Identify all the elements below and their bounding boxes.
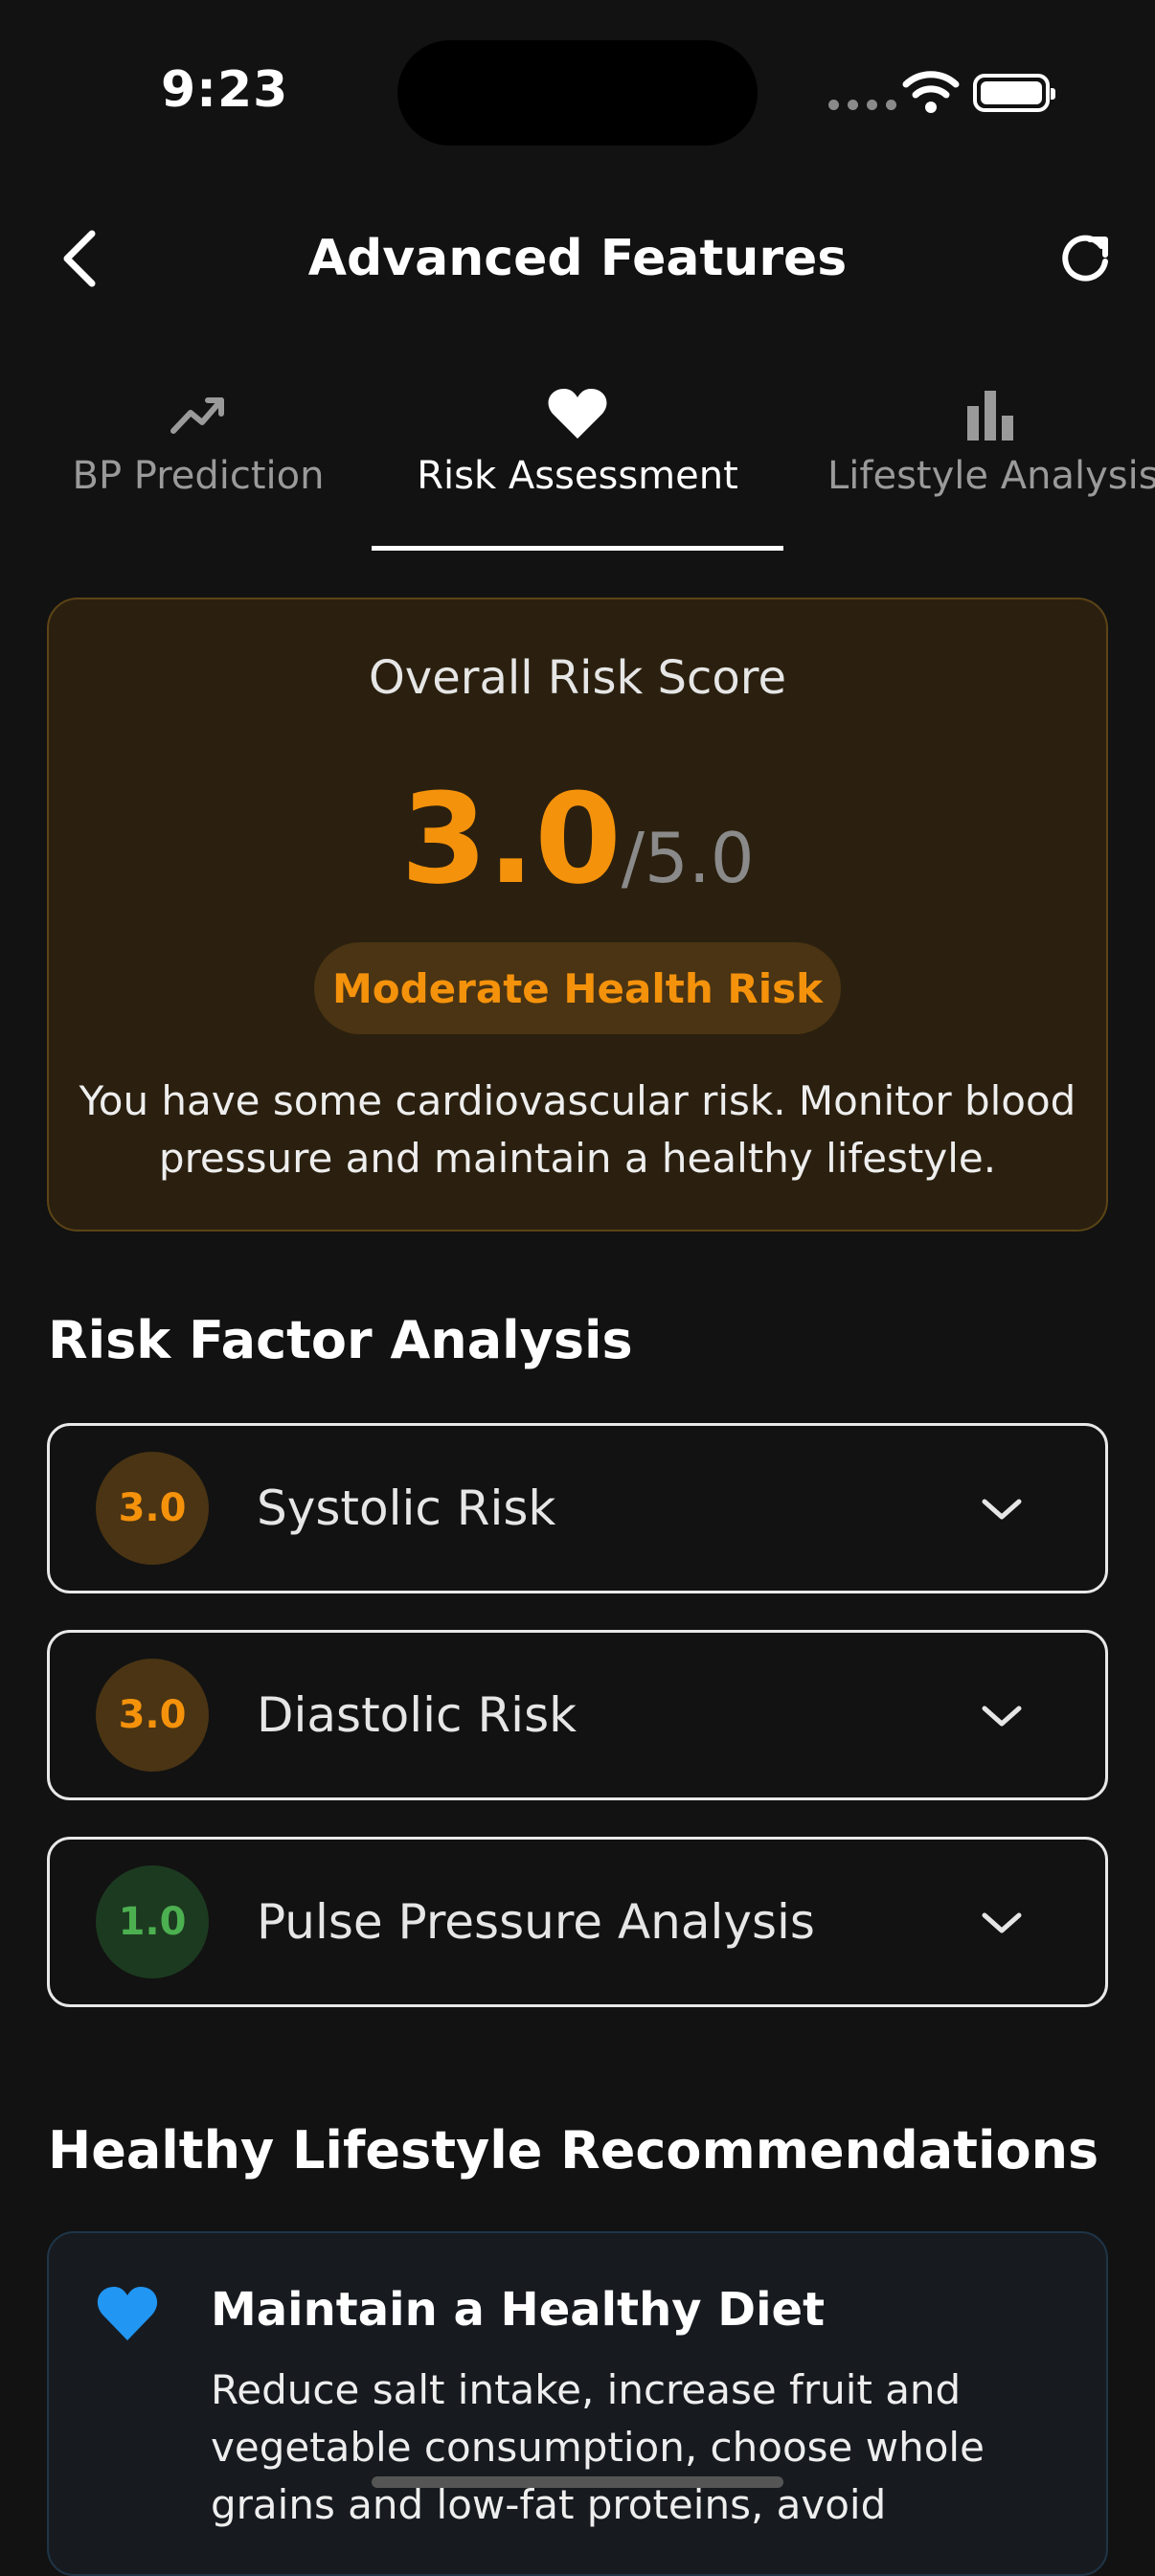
- bar-chart-icon: [967, 391, 1013, 441]
- heart-icon: [97, 2287, 158, 2340]
- factor-score-badge: 3.0: [96, 1452, 209, 1565]
- recommendation-text: Reduce salt intake, increase fruit and v…: [211, 2366, 985, 2528]
- factor-label: Systolic Risk: [257, 1480, 556, 1536]
- trend-up-icon: [170, 397, 224, 434]
- risk-score: 3.0/5.0: [47, 766, 1108, 912]
- dynamic-island: [397, 40, 758, 146]
- refresh-icon[interactable]: [1057, 230, 1113, 285]
- factor-label: Diastolic Risk: [257, 1687, 578, 1743]
- section-title-risk-factors: Risk Factor Analysis: [48, 1310, 633, 1370]
- tab-risk-assessment[interactable]: Risk Assessment: [372, 387, 783, 498]
- risk-description: You have some cardiovascular risk. Monit…: [79, 1077, 1076, 1182]
- tab-label: Risk Assessment: [417, 454, 738, 498]
- cellular-signal-icon: [828, 100, 896, 110]
- chevron-down-icon[interactable]: [977, 1703, 1027, 1731]
- recommendation-title: Maintain a Healthy Diet: [211, 2283, 826, 2337]
- factor-label: Pulse Pressure Analysis: [257, 1894, 815, 1950]
- section-title-recommendations: Healthy Lifestyle Recommendations: [48, 2120, 1099, 2181]
- battery-icon: [973, 74, 1055, 112]
- chevron-down-icon[interactable]: [977, 1909, 1027, 1938]
- factor-score-badge: 1.0: [96, 1865, 209, 1978]
- risk-level-badge: Moderate Health Risk: [314, 942, 841, 1034]
- risk-score-value: 3.0: [400, 766, 622, 912]
- factor-score-badge: 3.0: [96, 1659, 209, 1772]
- risk-score-max: /5.0: [621, 818, 755, 898]
- wifi-icon: [902, 71, 960, 113]
- tab-label: Lifestyle Analysis: [827, 454, 1155, 498]
- chevron-down-icon[interactable]: [977, 1496, 1027, 1525]
- heart-icon: [548, 389, 607, 439]
- status-time: 9:23: [161, 61, 289, 119]
- tab-lifestyle-analysis[interactable]: Lifestyle Analysis: [827, 387, 1155, 498]
- home-indicator[interactable]: [372, 2476, 783, 2488]
- risk-score-label: Overall Risk Score: [369, 651, 786, 705]
- active-tab-indicator: [372, 546, 783, 551]
- tab-bp-prediction[interactable]: BP Prediction: [69, 387, 328, 498]
- page-title: Advanced Features: [307, 230, 848, 287]
- tab-label: BP Prediction: [72, 454, 325, 498]
